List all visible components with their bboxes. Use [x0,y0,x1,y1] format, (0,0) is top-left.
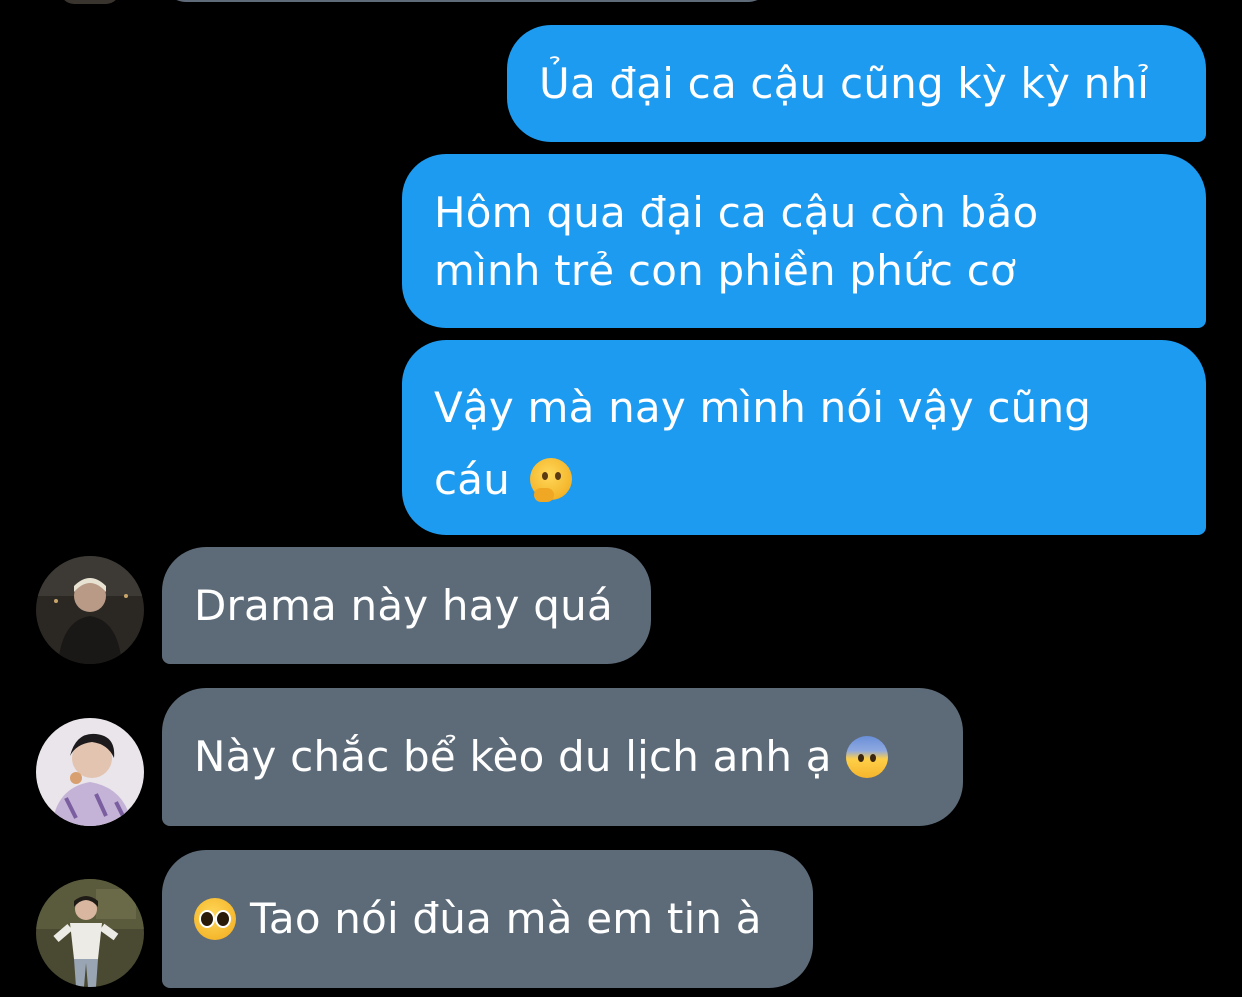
incoming-message-3[interactable]: Tao nói đùa mà em tin à [162,850,813,988]
message-text: Drama này hay quá [194,580,613,630]
thinking-face-icon [529,458,572,502]
avatar-user-1[interactable] [36,556,144,664]
previous-message-remnant [162,0,772,2]
outgoing-message-2[interactable]: Hôm qua đại ca cậu còn bảo mình trẻ con … [402,154,1206,328]
avatar-user-3[interactable] [36,879,144,987]
previous-avatar-remnant [60,0,120,4]
pleading-face-icon [194,898,236,940]
outgoing-message-1[interactable]: Ủa đại ca cậu cũng kỳ kỳ nhỉ [507,25,1206,142]
message-text-line-2: mình trẻ con phiền phức cơ [434,246,1016,295]
message-text: Tao nói đùa mà em tin à [250,894,762,943]
incoming-message-1[interactable]: Drama này hay quá [162,547,651,664]
avatar-user-2[interactable] [36,718,144,826]
message-text: Này chắc bể kèo du lịch anh ạ [194,732,832,781]
message-text-line-2: cáu [434,455,511,504]
outgoing-message-3[interactable]: Vậy mà nay mình nói vậy cũng cáu [402,340,1206,535]
incoming-message-2[interactable]: Này chắc bể kèo du lịch anh ạ [162,688,963,826]
message-text-line-1: Vậy mà nay mình nói vậy cũng [434,383,1092,432]
message-text-line-1: Hôm qua đại ca cậu còn bảo [434,188,1039,237]
anxious-face-icon [845,736,888,778]
message-text: Ủa đại ca cậu cũng kỳ kỳ nhỉ [539,58,1150,108]
